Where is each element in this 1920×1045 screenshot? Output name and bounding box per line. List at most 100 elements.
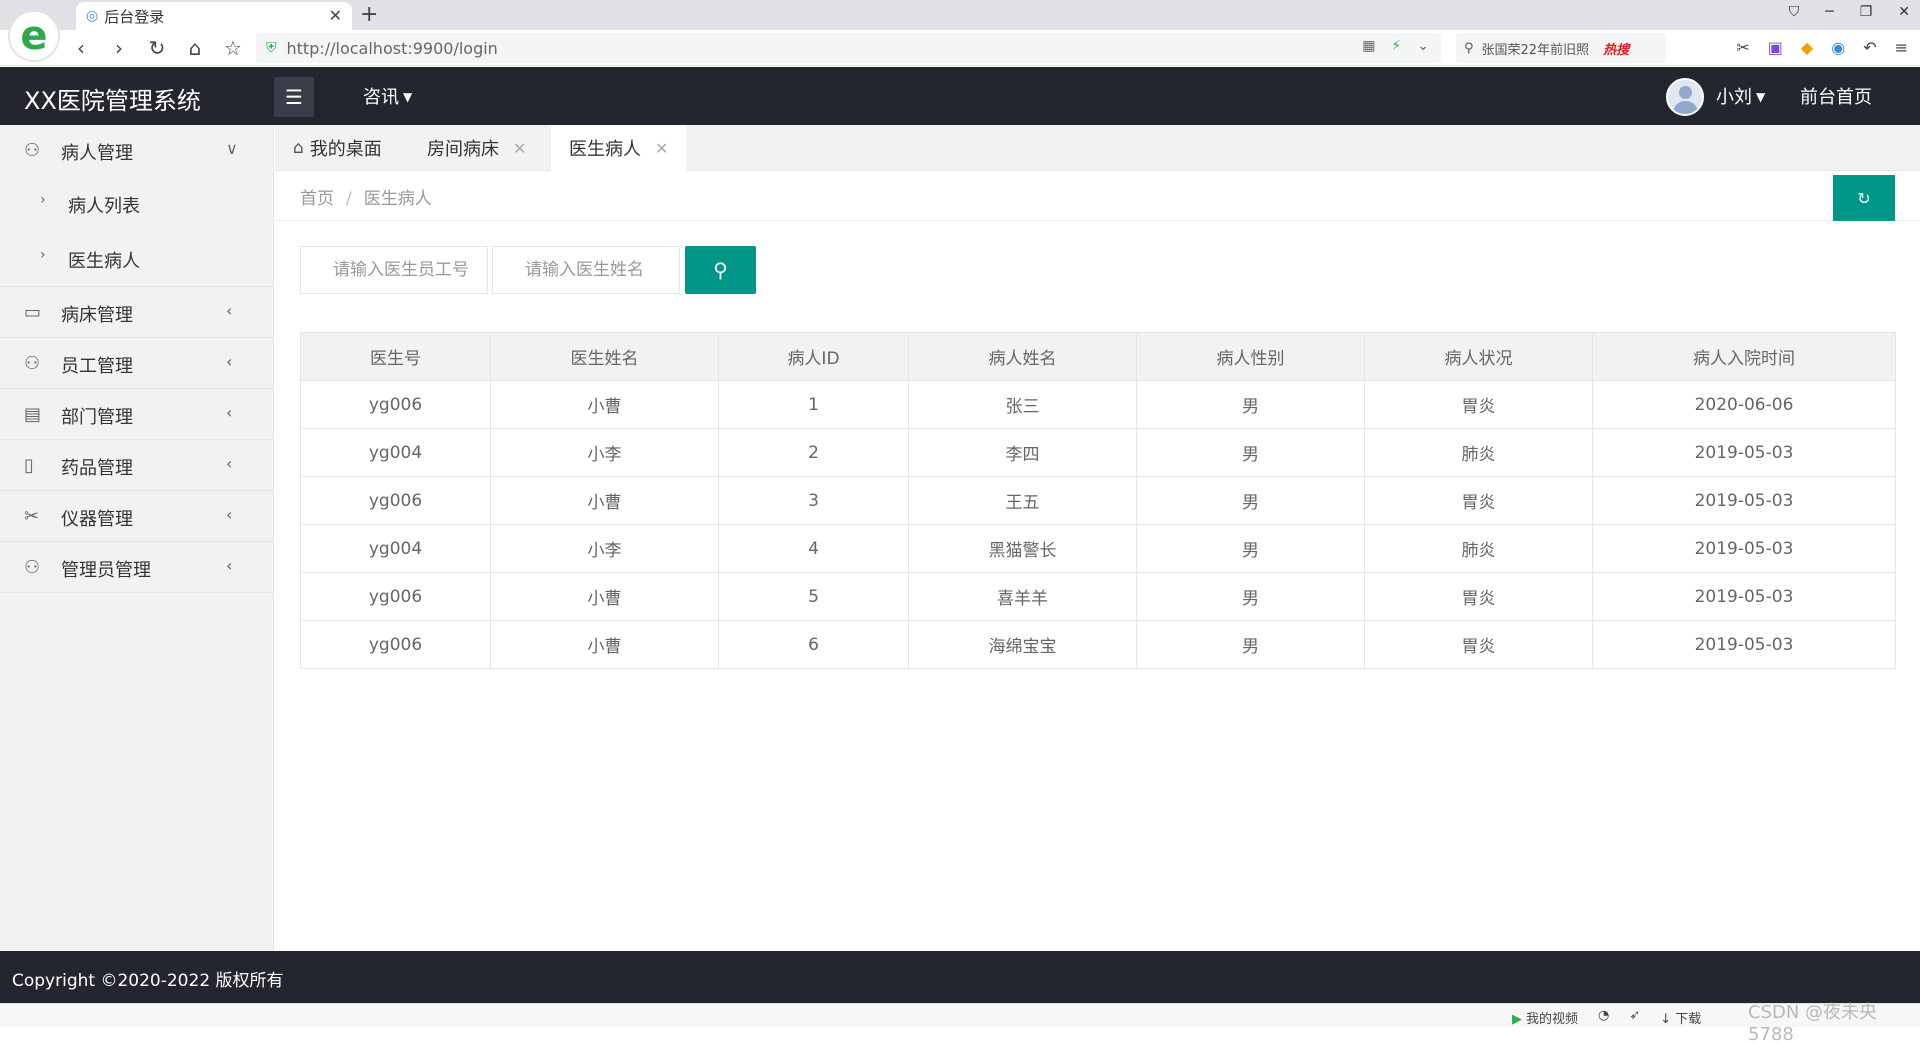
table-cell: 李四 <box>908 428 1137 477</box>
address-bar[interactable]: ⛨ http://localhost:9900/login ▦ ⚡ ⌄ <box>256 33 1441 63</box>
sidebar-group-instruments[interactable]: ✂ 仪器管理 ‹ <box>0 491 273 542</box>
column-header: 医生姓名 <box>490 332 719 381</box>
hot-search-badge: 热搜 <box>1603 42 1630 58</box>
app-logo: XX医院管理系统 <box>24 87 201 115</box>
watermark: CSDN @夜未央5788 <box>1748 1002 1878 1045</box>
search-button[interactable]: ⚲ <box>685 246 756 294</box>
chevron-right-icon: › <box>40 247 46 263</box>
chevron-right-icon: › <box>40 192 46 208</box>
sidebar-group-label: 仪器管理 <box>61 509 133 530</box>
browser-toolbar: ‹ › ↻ ⌂ ☆ ⛨ http://localhost:9900/login … <box>0 30 1920 66</box>
forward-icon[interactable]: › <box>108 36 130 60</box>
front-home-link[interactable]: 前台首页 <box>1800 83 1872 109</box>
menu-icon[interactable]: ≡ <box>1895 38 1908 57</box>
sidebar-group-admins[interactable]: ⚇ 管理员管理 ‹ <box>0 542 273 593</box>
table-row: yg006 小曹 5 喜羊羊 男 胃炎 2019-05-03 <box>300 572 1896 621</box>
skin-icon[interactable]: ⛉ <box>1789 4 1800 20</box>
tab-label: 医生病人 <box>569 139 641 160</box>
doctor-name-input[interactable] <box>492 246 680 294</box>
breadcrumb-bar: 首页 / 医生病人 ↻ <box>275 171 1920 221</box>
chevron-left-icon: ‹ <box>226 556 233 575</box>
wallet-icon[interactable]: ◆ <box>1801 38 1813 57</box>
caret-down-icon: ▼ <box>1756 90 1766 104</box>
nav-news-label: 咨讯 <box>363 87 399 108</box>
url-text[interactable]: http://localhost:9900/login <box>287 39 498 58</box>
browser-tab-strip: ◎ 后台登录 ✕ + ⛉ ─ ❐ ✕ <box>0 0 1920 30</box>
table-cell: 小李 <box>490 524 719 573</box>
table-cell: yg004 <box>300 428 491 477</box>
speed-icon[interactable]: ◔ <box>1598 1008 1609 1027</box>
column-header: 病人姓名 <box>908 332 1137 381</box>
table-cell: 男 <box>1136 524 1365 573</box>
browser-tab[interactable]: ◎ 后台登录 ✕ <box>76 2 352 30</box>
download-link[interactable]: ↓ 下载 <box>1660 1008 1701 1027</box>
app-header: XX医院管理系统 ☰ 咨讯 ▼ 小刘 ▼ 前台首页 <box>0 67 1920 125</box>
status-bar-items: ▶ 我的视频 ◔ ➶ ↓ 下载 <box>1512 1008 1701 1027</box>
sidebar-group-medicine[interactable]: ▯ 药品管理 ‹ <box>0 440 273 491</box>
rocket-icon[interactable]: ➶ <box>1629 1008 1640 1027</box>
sidebar-group-header[interactable]: ⚇ 病人管理 ∨ <box>0 125 273 176</box>
chevron-left-icon: ‹ <box>226 301 233 320</box>
sidebar-group-beds[interactable]: ▭ 病床管理 ‹ <box>0 287 273 338</box>
copyright-text: Copyright ©2020-2022 版权所有 <box>12 971 284 991</box>
tab-label: 我的桌面 <box>309 139 382 160</box>
home-page-icon[interactable]: ⌂ <box>184 36 206 60</box>
scissors-icon[interactable]: ✂ <box>1736 38 1749 57</box>
table-row: yg006 小曹 3 王五 男 胃炎 2019-05-03 <box>300 476 1896 525</box>
table-cell: yg006 <box>300 620 491 669</box>
table-cell: 2 <box>718 428 909 477</box>
breadcrumb-home[interactable]: 首页 <box>300 189 334 209</box>
translate-icon[interactable]: ▣ <box>1768 38 1783 57</box>
search-suggestion[interactable]: 张国荣22年前旧照 <box>1482 39 1590 58</box>
app-footer: Copyright ©2020-2022 版权所有 <box>0 951 1920 1003</box>
restore-button[interactable]: ❐ <box>1860 4 1873 20</box>
table-cell: 小曹 <box>490 572 719 621</box>
doctor-id-input[interactable] <box>300 246 488 294</box>
close-window-button[interactable]: ✕ <box>1898 4 1910 20</box>
new-tab-button[interactable]: + <box>360 2 378 27</box>
reload-icon[interactable]: ↻ <box>146 36 168 60</box>
tab-doctor-patients[interactable]: 医生病人 ✕ <box>551 125 687 171</box>
menu-toggle-button[interactable]: ☰ <box>274 77 314 117</box>
tab-my-desktop[interactable]: ⌂ 我的桌面 <box>275 125 400 171</box>
search-icon: ⚲ <box>713 258 728 282</box>
table-cell: 4 <box>718 524 909 573</box>
minimize-button[interactable]: ─ <box>1825 4 1833 20</box>
close-icon[interactable]: ✕ <box>655 139 668 158</box>
table-cell: 2019-05-03 <box>1592 428 1896 477</box>
back-icon[interactable]: ‹ <box>70 36 92 60</box>
bed-icon: ▭ <box>24 302 42 323</box>
doctor-patient-table: 医生号 医生姓名 病人ID 病人姓名 病人性别 病人状况 病人入院时间 yg00… <box>300 332 1896 669</box>
my-video-link[interactable]: ▶ 我的视频 <box>1512 1008 1578 1027</box>
chevron-left-icon: ‹ <box>226 352 233 371</box>
close-icon[interactable]: ✕ <box>513 139 526 158</box>
chevron-left-icon: ‹ <box>226 454 233 473</box>
table-cell: 5 <box>718 572 909 621</box>
sidebar-group-departments[interactable]: ▤ 部门管理 ‹ <box>0 389 273 440</box>
play-icon: ▶ <box>1512 1012 1522 1027</box>
qr-code-icon[interactable]: ▦ <box>1362 38 1375 54</box>
tab-room-beds[interactable]: 房间病床 ✕ <box>409 125 544 171</box>
browser-search-box[interactable]: ⚲ 张国荣22年前旧照 热搜 <box>1456 33 1666 63</box>
refresh-button[interactable]: ↻ <box>1833 175 1895 221</box>
sidebar-group-staff[interactable]: ⚇ 员工管理 ‹ <box>0 338 273 389</box>
table-cell: 黑猫警长 <box>908 524 1137 573</box>
table-cell: yg006 <box>300 380 491 429</box>
speed-mode-icon[interactable]: ⚡ <box>1391 38 1401 54</box>
chevron-down-icon[interactable]: ⌄ <box>1417 38 1429 54</box>
user-menu-dropdown[interactable]: 小刘 ▼ <box>1716 83 1765 109</box>
avatar[interactable] <box>1666 78 1704 116</box>
browser-tab-title: 后台登录 <box>104 7 165 26</box>
close-tab-icon[interactable]: ✕ <box>329 6 342 25</box>
tab-label: 房间病床 <box>427 139 499 160</box>
bookmark-star-icon[interactable]: ☆ <box>222 36 244 60</box>
table-cell: 小曹 <box>490 620 719 669</box>
sidebar-group-label: 病床管理 <box>61 305 133 326</box>
sidebar-item-doctor-patients[interactable]: › 医生病人 <box>0 231 273 286</box>
nav-news-dropdown[interactable]: 咨讯 ▼ <box>363 83 412 109</box>
hamburger-icon: ☰ <box>285 85 303 109</box>
apps-icon[interactable]: ◉ <box>1831 38 1845 57</box>
undo-icon[interactable]: ↶ <box>1863 38 1876 57</box>
table-cell: 3 <box>718 476 909 525</box>
sidebar-item-patient-list[interactable]: › 病人列表 <box>0 176 273 231</box>
